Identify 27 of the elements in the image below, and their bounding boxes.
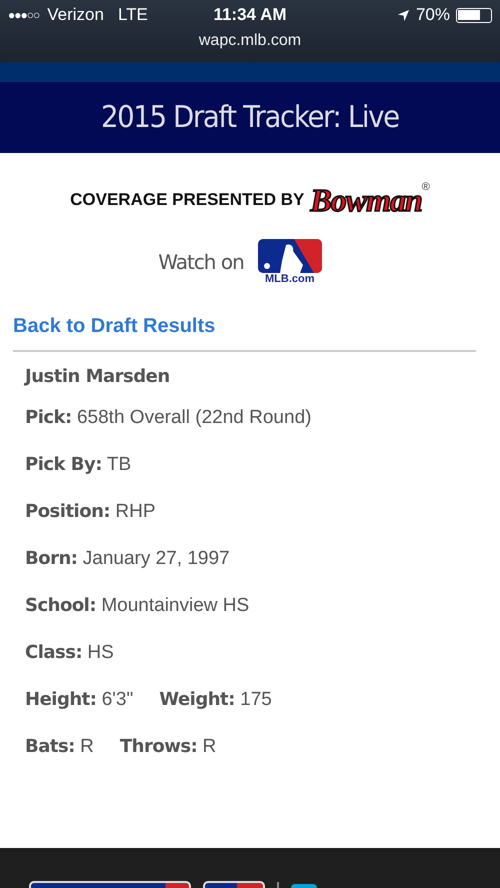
page-title: 2015 Draft Tracker: Live [101,100,399,135]
registered-mark: ® [422,181,430,193]
battery-icon [456,8,492,22]
player-detail: Class: HS [25,642,114,664]
watch-text: Watch on [158,250,244,274]
url-text[interactable]: wapc.mlb.com [0,30,500,50]
player-name: Justin Marsden [25,366,171,389]
player-detail: Born: January 27, 1997 [25,548,230,570]
network-type: LTE [118,5,148,25]
logo-caption: MLB.com [265,273,315,285]
brand-logo: Bowman [310,182,422,218]
player-detail: Pick: 658th Overall (22nd Round) [25,406,312,428]
player-detail: Bats: R [25,736,94,758]
location-arrow-icon [396,8,410,22]
player-detail: Position: RHP [25,500,156,522]
battery-percent: 70% [416,5,450,25]
clock-time: 11:34 AM [213,5,287,25]
player-detail: Throws: R [120,736,216,758]
player-detail: Pick By: TB [25,454,132,476]
back-link[interactable]: Back to Draft Results [13,315,476,350]
signal-dots: ●●●○○ [8,8,40,22]
batter-logo-icon [258,239,322,273]
carrier-name: Verizon [47,5,104,25]
player-detail: Weight: 175 [159,688,272,710]
player-detail: School: Mountainview HS [25,594,250,616]
sponsor-text: COVERAGE PRESENTED BY [70,190,304,210]
player-detail: Height: 6'3" [25,688,134,710]
